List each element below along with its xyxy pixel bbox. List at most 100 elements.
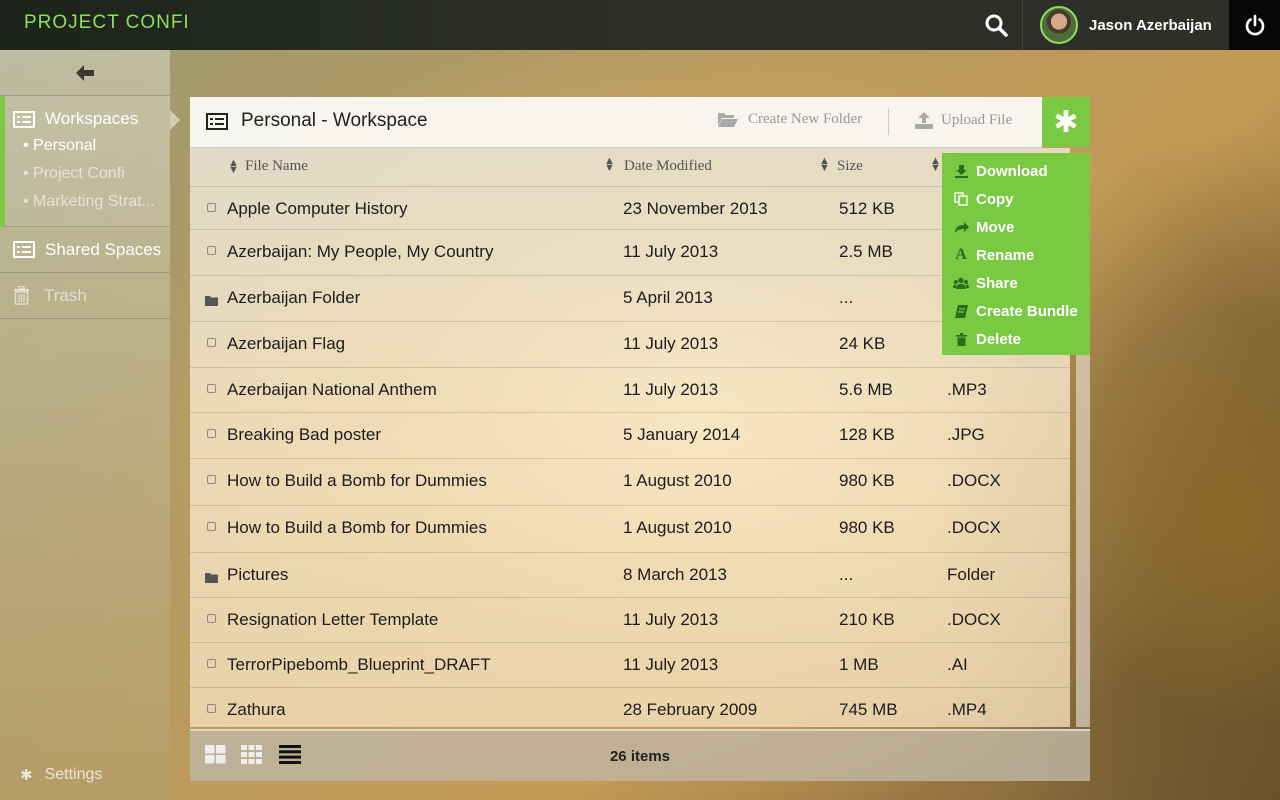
file-size: ... [839, 565, 854, 584]
create-folder-button[interactable]: Create New Folder [717, 111, 862, 128]
file-checkbox[interactable] [207, 522, 216, 531]
rename-icon: A [955, 246, 967, 263]
file-row[interactable]: Zathura 28 February 2009 745 MB .MP4 [190, 688, 1070, 727]
actions-menu-button[interactable]: ✱ [1042, 97, 1090, 147]
file-size: 2.5 MB [839, 242, 893, 261]
file-size: ... [839, 288, 854, 307]
scrollbar[interactable] [1076, 355, 1090, 727]
panel-header: Personal - Workspace Create New Folder U… [190, 97, 1042, 148]
gear-icon: ✱ [20, 767, 33, 784]
logout-button[interactable] [1229, 0, 1280, 50]
share-icon [953, 277, 969, 290]
file-checkbox[interactable] [207, 614, 216, 623]
file-name: How to Build a Bomb for Dummies [227, 518, 487, 537]
column-date-label: Date Modified [624, 158, 712, 174]
back-button[interactable] [0, 50, 170, 96]
upload-file-button[interactable]: Upload File [914, 111, 1012, 130]
file-checkbox[interactable] [207, 338, 216, 347]
settings-label: Settings [44, 766, 103, 783]
file-size: 1 MB [839, 655, 879, 674]
menu-item-copy-label: Copy [976, 190, 1014, 208]
menu-item-move[interactable]: Move [942, 213, 1090, 241]
file-date: 5 January 2014 [623, 425, 741, 444]
nav-shared-label: Shared Spaces [45, 239, 162, 259]
column-file-name[interactable]: ▲ ▼ File Name [228, 156, 308, 176]
file-checkbox[interactable] [207, 203, 216, 212]
file-type: .JPG [947, 425, 985, 444]
user-name: Jason Azerbaijan [1089, 16, 1212, 34]
file-checkbox[interactable] [207, 659, 216, 668]
file-row[interactable]: How to Build a Bomb for Dummies 1 August … [190, 506, 1070, 553]
file-type: .DOCX [947, 610, 1001, 629]
power-icon [1245, 14, 1264, 36]
file-name: Azerbaijan Folder [227, 288, 361, 307]
folder-row[interactable]: Pictures 8 March 2013... Folder [190, 553, 1070, 598]
file-row[interactable]: Azerbaijan National Anthem 11 July 2013 5.… [190, 368, 1070, 413]
delete-icon [953, 332, 969, 346]
nav-workspaces[interactable]: Workspaces [5, 106, 170, 132]
user-menu[interactable]: Jason Azerbaijan [1022, 0, 1229, 50]
sort-icon[interactable]: ▲ ▼ [819, 156, 830, 174]
file-row[interactable]: Apple Computer History 23 November 2013 51… [190, 187, 1070, 230]
file-name: Azerbaijan National Anthem [227, 380, 437, 399]
trash-icon [13, 286, 30, 305]
file-size: 512 KB [839, 199, 895, 218]
column-size-label: Size [837, 158, 863, 174]
file-type: Folder [947, 565, 996, 584]
menu-item-rename[interactable]: A Rename [942, 241, 1090, 269]
menu-item-rename-label: Rename [976, 246, 1035, 264]
sort-icon[interactable]: ▲ ▼ [604, 156, 615, 174]
menu-item-delete[interactable]: Delete [942, 325, 1090, 353]
workspace-project-confi-label: Project Confi [33, 165, 125, 182]
folder-row[interactable]: Azerbaijan Folder 5 April 2013... [190, 276, 1070, 322]
file-checkbox[interactable] [207, 384, 216, 393]
nav-trash[interactable]: Trash [0, 273, 170, 319]
page-title: Personal - Workspace [241, 110, 428, 131]
file-row[interactable]: TerrorPipebomb_Blueprint_DRAFT 11 July 20… [190, 643, 1070, 688]
workspace-personal[interactable]: • Personal [5, 132, 161, 160]
sort-icon[interactable]: ▲ ▼ [930, 156, 941, 174]
file-checkbox[interactable] [207, 704, 216, 713]
file-name: Pictures [227, 565, 289, 584]
nav-trash-label: Trash [44, 285, 87, 305]
list-icon [13, 110, 35, 128]
menu-item-download[interactable]: Download [942, 157, 1090, 185]
avatar [1040, 6, 1078, 44]
list-icon [13, 241, 35, 258]
menu-item-download-label: Download [976, 162, 1048, 180]
sort-icon: ▲ ▼ [228, 156, 239, 176]
file-checkbox[interactable] [207, 246, 216, 255]
file-date: 8 March 2013 [623, 565, 727, 584]
search-button[interactable] [972, 0, 1020, 50]
nav-shared-spaces[interactable]: Shared Spaces [0, 227, 170, 273]
file-row[interactable]: Resignation Letter Template 11 July 2013 2… [190, 598, 1070, 643]
menu-item-share[interactable]: Share [942, 269, 1090, 297]
workspace-marketing[interactable]: • Marketing Strat... [5, 188, 161, 216]
top-bar: PROJECT CONFI Jason Azerbaijan [0, 0, 1280, 50]
file-checkbox[interactable] [207, 475, 216, 484]
column-date-modified[interactable]: Date Modified [624, 158, 712, 175]
file-name: How to Build a Bomb for Dummies [227, 471, 487, 490]
file-row[interactable]: Breaking Bad poster 5 January 2014 128 KB.… [190, 413, 1070, 459]
file-type: .DOCX [947, 471, 1001, 490]
file-date: 11 July 2013 [623, 655, 719, 674]
file-checkbox[interactable] [207, 429, 216, 438]
file-row[interactable]: Azerbaijan: My People, My Country 11 July… [190, 230, 1070, 276]
menu-item-copy[interactable]: Copy [942, 185, 1090, 213]
column-size[interactable]: Size [837, 158, 863, 175]
upload-label: Upload File [941, 112, 1013, 128]
file-actions-menu: Download Copy Move A Rename Share Create… [942, 153, 1090, 355]
settings-link[interactable]: ✱ Settings [20, 766, 102, 784]
file-size: 210 KB [839, 610, 895, 629]
file-list: ▲ ▼ File Name ▲ ▼ Date Modified ▲ ▼ Size ▲ ▼… [190, 148, 1070, 727]
copy-icon [953, 192, 969, 206]
app-logo[interactable]: PROJECT CONFI [24, 12, 190, 34]
file-size: 24 KB [839, 334, 886, 353]
file-row[interactable]: How to Build a Bomb for Dummies 1 August … [190, 459, 1070, 506]
file-size: 980 KB [839, 518, 895, 537]
file-row[interactable]: Azerbaijan Flag 11 July 2013 24 KB [190, 322, 1070, 368]
file-type: .AI [947, 655, 968, 674]
menu-item-create-bundle[interactable]: Create Bundle [942, 297, 1090, 325]
workspace-project-confi[interactable]: • Project Confi [5, 160, 161, 188]
menu-item-create-bundle-label: Create Bundle [976, 302, 1078, 320]
